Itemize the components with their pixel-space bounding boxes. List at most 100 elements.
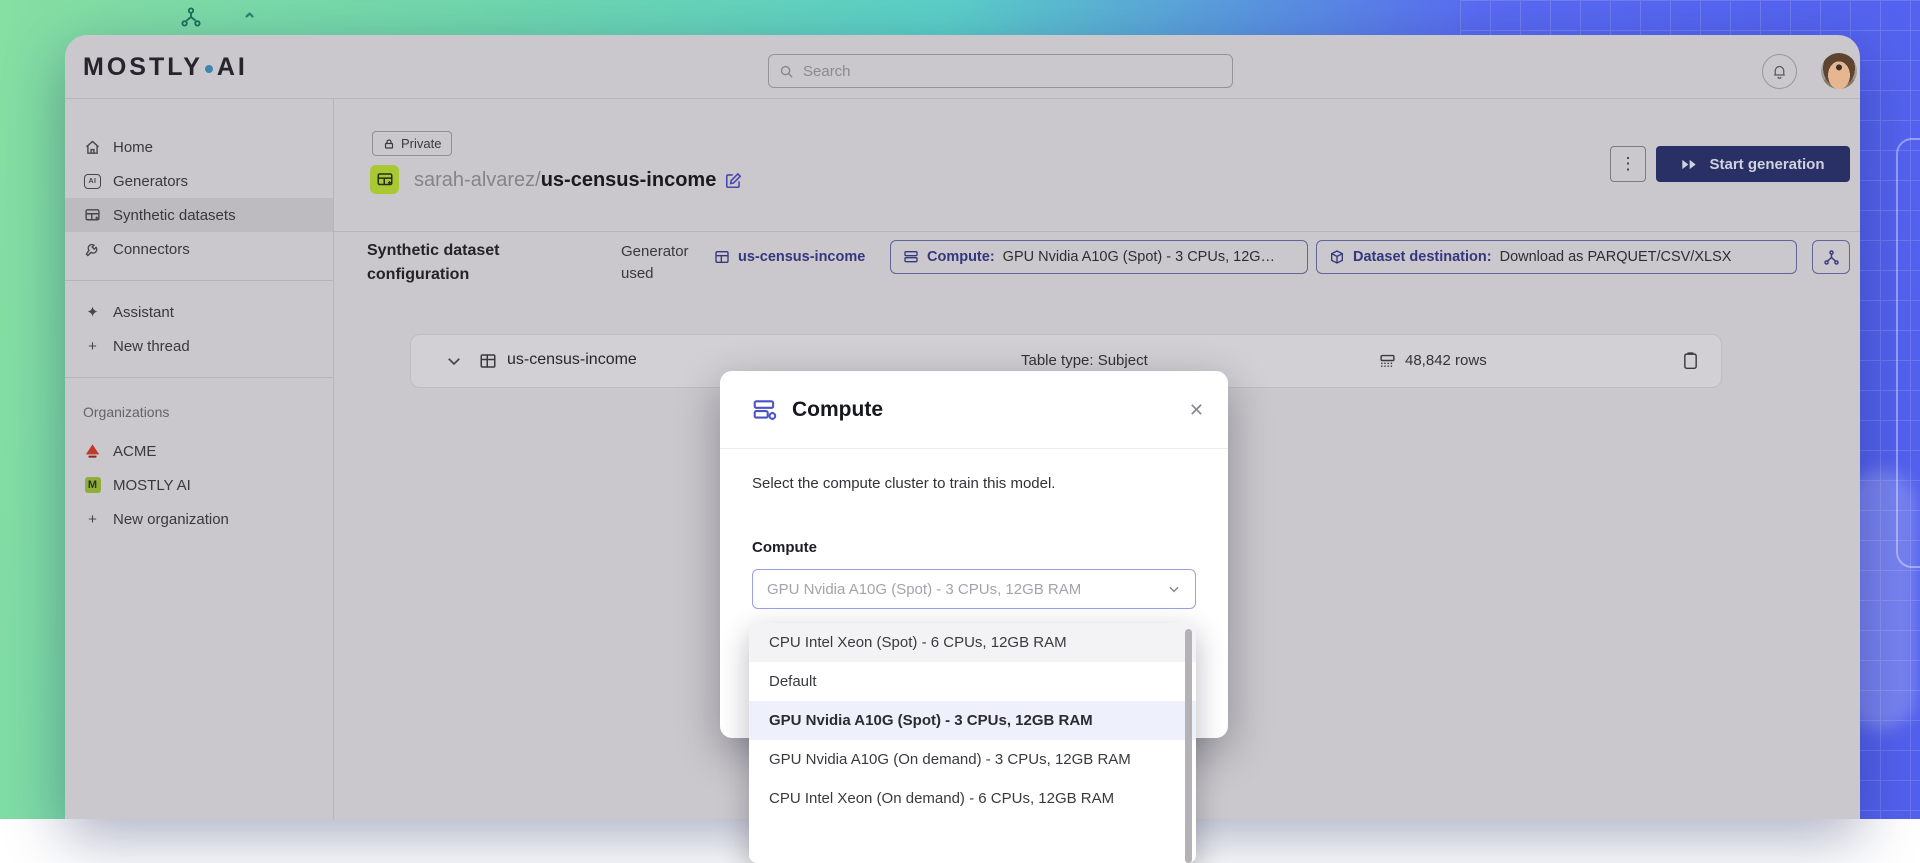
- dataset-destination-prefix: Dataset destination:: [1353, 249, 1492, 265]
- synthetic-dataset-icon: [370, 165, 399, 194]
- bell-icon: [1771, 63, 1788, 80]
- compute-options-dropdown: CPU Intel Xeon (Spot) - 6 CPUs, 12GB RAM…: [749, 623, 1196, 863]
- compute-chip[interactable]: Compute: GPU Nvidia A10G (Spot) - 3 CPUs…: [890, 240, 1308, 274]
- option-label: GPU Nvidia A10G (On demand) - 3 CPUs, 12…: [769, 751, 1131, 768]
- page-background: ⌃ MOSTLY AI Search Home AI Generators Sy…: [0, 0, 1920, 863]
- table-grid-icon: [479, 352, 497, 370]
- sidebar-item-label: Connectors: [113, 240, 190, 258]
- dataset-destination-chip[interactable]: Dataset destination: Download as PARQUET…: [1316, 240, 1797, 274]
- modal-header: Compute ✕: [720, 371, 1228, 449]
- sidebar-item-org-mostly-ai[interactable]: M MOSTLY AI: [65, 468, 333, 502]
- lock-icon: [383, 138, 395, 150]
- breadcrumb-dataset-name: us-census-income: [540, 169, 717, 191]
- search-icon: [779, 64, 794, 79]
- mostly-ai-org-icon: M: [83, 477, 102, 493]
- notifications-button[interactable]: [1762, 54, 1797, 89]
- rows-count-icon: [1379, 353, 1396, 368]
- option-gpu-nvidia-a10g-spot[interactable]: GPU Nvidia A10G (Spot) - 3 CPUs, 12GB RA…: [749, 701, 1196, 740]
- generator-used-label: Generator used: [621, 243, 689, 282]
- start-generation-label: Start generation: [1709, 155, 1825, 173]
- sidebar-item-label: Home: [113, 138, 154, 156]
- option-cpu-intel-xeon-on-demand[interactable]: CPU Intel Xeon (On demand) - 6 CPUs, 12G…: [749, 779, 1196, 818]
- close-icon[interactable]: ✕: [1189, 400, 1204, 421]
- header-divider: [334, 231, 1860, 232]
- dataset-destination-value: Download as PARQUET/CSV/XLSX: [1499, 249, 1732, 265]
- scrollbar-thumb[interactable]: [1185, 629, 1192, 863]
- user-avatar[interactable]: [1821, 53, 1857, 89]
- workflow-glyph-icon: [180, 6, 202, 28]
- sidebar-item-label: New organization: [113, 510, 229, 528]
- breadcrumb: sarah-alvarez/us-census-income: [414, 169, 743, 192]
- clipboard-icon[interactable]: [1682, 351, 1699, 370]
- synthetic-datasets-icon: [83, 207, 102, 224]
- edit-name-icon[interactable]: [724, 171, 743, 190]
- sidebar-item-home[interactable]: Home: [65, 130, 333, 164]
- plus-icon: +: [88, 337, 97, 355]
- sidebar-item-label: New thread: [113, 337, 190, 355]
- compute-chip-prefix: Compute:: [927, 249, 995, 265]
- generator-table-icon: [714, 249, 730, 265]
- kebab-icon: ⋮: [1619, 154, 1637, 173]
- compute-select[interactable]: GPU Nvidia A10G (Spot) - 3 CPUs, 12GB RA…: [752, 569, 1196, 609]
- sidebar-item-label: Generators: [113, 172, 189, 190]
- table-name: us-census-income: [507, 351, 637, 368]
- modal-description: Select the compute cluster to train this…: [752, 475, 1056, 492]
- sidebar-divider: [65, 280, 333, 281]
- option-label: Default: [769, 673, 817, 690]
- option-label: CPU Intel Xeon (On demand) - 6 CPUs, 12G…: [769, 790, 1115, 807]
- acme-logo-icon: [83, 443, 102, 459]
- privacy-badge-label: Private: [401, 136, 442, 151]
- modal-title: Compute: [792, 397, 883, 421]
- sidebar-item-assistant[interactable]: ✦ Assistant: [65, 295, 333, 329]
- option-cpu-intel-xeon-spot[interactable]: CPU Intel Xeon (Spot) - 6 CPUs, 12GB RAM: [749, 623, 1196, 662]
- top-bar: MOSTLY AI: [65, 35, 1860, 99]
- sidebar-item-new-organization[interactable]: + New organization: [65, 502, 333, 536]
- compute-select-value: GPU Nvidia A10G (Spot) - 3 CPUs, 12GB RA…: [767, 580, 1082, 598]
- option-gpu-nvidia-a10g-on-demand[interactable]: GPU Nvidia A10G (On demand) - 3 CPUs, 12…: [749, 740, 1196, 779]
- organizations-heading: Organizations: [83, 404, 170, 420]
- logo-text-main: MOSTLY: [83, 53, 203, 81]
- compute-chip-value: GPU Nvidia A10G (Spot) - 3 CPUs, 12G…: [1002, 249, 1276, 265]
- plus-icon: +: [88, 510, 97, 528]
- option-label: GPU Nvidia A10G (Spot) - 3 CPUs, 12GB RA…: [769, 712, 1093, 729]
- sidebar-item-org-acme[interactable]: ACME: [65, 434, 333, 468]
- compute-server-icon: [903, 249, 919, 265]
- chevron-down-icon: [1167, 582, 1181, 596]
- connectors-icon: [83, 241, 102, 258]
- more-actions-button[interactable]: ⋮: [1610, 146, 1646, 182]
- generator-chip-label: us-census-income: [738, 249, 866, 265]
- table-type-label: Table type: Subject: [1021, 352, 1148, 369]
- sidebar-item-new-thread[interactable]: + New thread: [65, 329, 333, 363]
- sidebar-item-label: Assistant: [113, 303, 174, 321]
- breadcrumb-owner: sarah-alvarez/: [414, 169, 541, 191]
- package-icon: [1329, 249, 1345, 265]
- sidebar: Home AI Generators Synthetic datasets Co…: [65, 99, 334, 819]
- generator-chip[interactable]: us-census-income: [714, 240, 865, 274]
- start-generation-button[interactable]: Start generation: [1656, 146, 1850, 182]
- background-illustration: ⌃: [180, 6, 257, 31]
- fast-forward-icon: [1681, 158, 1697, 171]
- sidebar-item-connectors[interactable]: Connectors: [65, 232, 333, 266]
- org-label: MOSTLY AI: [113, 476, 191, 494]
- sparkle-icon: ✦: [86, 304, 99, 321]
- mostly-ai-logo[interactable]: MOSTLY AI: [83, 53, 248, 82]
- generators-icon: AI: [83, 173, 102, 189]
- workflow-icon: [1823, 249, 1840, 266]
- sidebar-item-synthetic-datasets[interactable]: Synthetic datasets: [65, 198, 333, 232]
- search-bar[interactable]: [768, 54, 1233, 88]
- option-label: CPU Intel Xeon (Spot) - 6 CPUs, 12GB RAM: [769, 634, 1067, 651]
- caret-glyph-icon: ⌃: [242, 10, 258, 30]
- chevron-down-icon[interactable]: [445, 352, 463, 370]
- sidebar-item-label: Synthetic datasets: [113, 206, 236, 224]
- section-title: Synthetic dataset configuration: [367, 242, 500, 283]
- workflow-view-button[interactable]: [1812, 240, 1850, 274]
- sidebar-divider: [65, 377, 333, 378]
- logo-text-suffix: AI: [216, 53, 248, 81]
- sidebar-item-generators[interactable]: AI Generators: [65, 164, 333, 198]
- privacy-badge: Private: [372, 131, 453, 156]
- rows-count-label: 48,842 rows: [1405, 352, 1487, 369]
- search-input[interactable]: [803, 62, 1222, 80]
- compute-server-gear-icon: [752, 397, 778, 423]
- option-default[interactable]: Default: [749, 662, 1196, 701]
- home-icon: [83, 139, 102, 156]
